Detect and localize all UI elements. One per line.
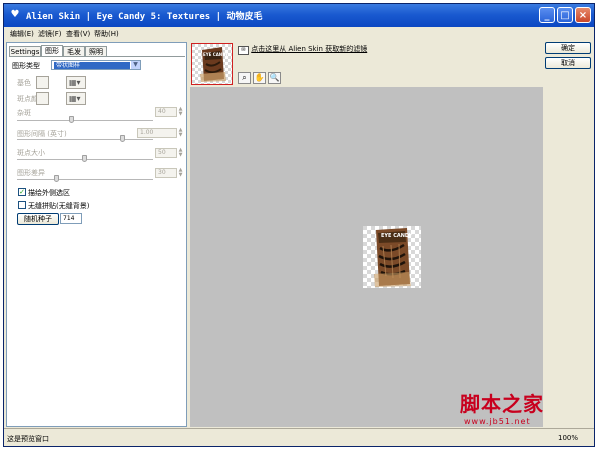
checkmark-icon: ✓ [19, 188, 25, 196]
pattern-diff-spinner[interactable]: ▲ ▼ [177, 168, 184, 178]
tab-pattern[interactable]: 图形 [41, 45, 63, 56]
tab-fur[interactable]: 毛发 [63, 46, 85, 56]
watermark: 脚本之家 www.jb51.net [460, 388, 544, 426]
pattern-type-select[interactable]: 带状图样 ▼ [51, 60, 141, 70]
spot-size-slider-thumb[interactable] [82, 155, 87, 162]
noise-spinner[interactable]: ▲ ▼ [177, 107, 184, 117]
tab-lighting[interactable]: 照明 [85, 46, 107, 56]
tab-divider [9, 56, 185, 57]
noise-input[interactable]: 40 [155, 107, 177, 117]
spacing-input[interactable]: 1.00 [137, 128, 177, 138]
noise-slider-track[interactable] [17, 120, 153, 122]
watermark-title: 脚本之家 [460, 392, 544, 416]
tab-settings[interactable]: Settings [9, 46, 41, 56]
spacing-slider-track[interactable] [17, 139, 153, 141]
menu-help[interactable]: 帮助(H) [94, 29, 119, 39]
base-color-palette-button[interactable]: ▦▾ [66, 76, 86, 89]
chevron-down-icon: ▼ [131, 61, 140, 69]
grid-icon: ▦▾ [69, 94, 81, 103]
outside-selection-checkbox[interactable]: ✓ [18, 188, 26, 196]
close-button[interactable]: × [575, 7, 591, 23]
thumbnail-caption: EYE CANDY [203, 52, 229, 57]
menu-filter[interactable]: 滤镜(F) [38, 29, 62, 39]
preview-toolbar: EYE CANDY ✉ 点击这里从 Alien Skin 获取新的滤镜 ⌕ ✋ … [190, 42, 543, 87]
seed-input[interactable]: 714 [60, 213, 82, 224]
preview-area[interactable]: EYE CANDY ✉ 点击这里从 Alien Skin 获取新的滤镜 ⌕ ✋ … [190, 42, 543, 427]
outside-selection-label: 描绘外侧选区 [28, 189, 70, 197]
hand-tool-button[interactable]: ✋ [253, 72, 266, 84]
spot-color-palette-button[interactable]: ▦▾ [66, 92, 86, 105]
zoom-tool-button[interactable]: 🔍 [268, 72, 281, 84]
pattern-diff-input[interactable]: 30 [155, 168, 177, 178]
window-title: Alien Skin | Eye Candy 5: Textures | 动物皮… [26, 12, 263, 22]
preview-image-caption: EYE CANDY [381, 233, 413, 239]
zoom-level: 100% [557, 434, 578, 442]
pattern-type-value: 带状图样 [54, 62, 130, 69]
mail-icon: ✉ [238, 46, 249, 55]
app-window: ♥ Alien Skin | Eye Candy 5: Textures | 动… [3, 3, 595, 447]
spacing-slider-thumb[interactable] [120, 135, 125, 142]
spot-size-spinner[interactable]: ▲ ▼ [177, 148, 184, 158]
spot-color-swatch[interactable] [36, 92, 49, 105]
pattern-type-label: 图形类型 [12, 62, 40, 70]
dialog-buttons: 确定 取消 [545, 42, 593, 102]
status-text: 这是预览窗口 [7, 435, 49, 443]
thumbnail-image [192, 44, 232, 84]
settings-panel: Settings 图形 毛发 照明 图形类型 带状图样 ▼ 基色 ▦▾ 斑点颜色… [6, 42, 187, 427]
noise-label: 杂斑 [17, 109, 31, 117]
watermark-url: www.jb51.net [464, 417, 531, 426]
base-color-swatch[interactable] [36, 76, 49, 89]
minimize-button[interactable]: _ [539, 7, 555, 23]
ok-button[interactable]: 确定 [545, 42, 591, 54]
spot-size-label: 斑点大小 [17, 149, 45, 157]
preview-image: EYE CANDY [363, 226, 421, 288]
seamless-tile-label: 无缝拼贴(无缝背景) [28, 202, 90, 210]
navigator-thumbnail[interactable]: EYE CANDY [191, 43, 233, 85]
pattern-diff-slider-thumb[interactable] [54, 175, 59, 182]
menu-edit[interactable]: 编辑(E) [10, 29, 34, 39]
seamless-tile-checkbox[interactable] [18, 201, 26, 209]
hand-icon: ✋ [254, 73, 265, 82]
status-bar: 这是预览窗口 100% [4, 428, 594, 446]
base-color-label: 基色 [17, 79, 31, 87]
random-seed-button[interactable]: 随机种子 [17, 213, 59, 225]
pattern-diff-slider-track[interactable] [17, 179, 153, 181]
app-icon: ♥ [10, 9, 20, 20]
cancel-button[interactable]: 取消 [545, 57, 591, 69]
spacing-label: 图形间隔 (英寸) [17, 130, 67, 138]
get-filters-link[interactable]: ✉ 点击这里从 Alien Skin 获取新的滤镜 [238, 44, 367, 55]
binoculars-icon: ⌕ [242, 73, 247, 82]
spot-size-input[interactable]: 50 [155, 148, 177, 158]
menu-bar: 编辑(E) 滤镜(F) 查看(V) 帮助(H) [4, 27, 594, 41]
zoom-navigator-button[interactable]: ⌕ [238, 72, 251, 84]
get-filters-link-text: 点击这里从 Alien Skin 获取新的滤镜 [251, 45, 368, 53]
title-bar[interactable]: ♥ Alien Skin | Eye Candy 5: Textures | 动… [4, 4, 594, 27]
spacing-spinner[interactable]: ▲ ▼ [177, 128, 184, 138]
pattern-diff-label: 图形差异 [17, 169, 45, 177]
maximize-button[interactable]: □ [557, 7, 573, 23]
menu-view[interactable]: 查看(V) [66, 29, 90, 39]
magnifier-icon: 🔍 [269, 73, 280, 82]
noise-slider-thumb[interactable] [69, 116, 74, 123]
grid-icon: ▦▾ [69, 78, 81, 87]
